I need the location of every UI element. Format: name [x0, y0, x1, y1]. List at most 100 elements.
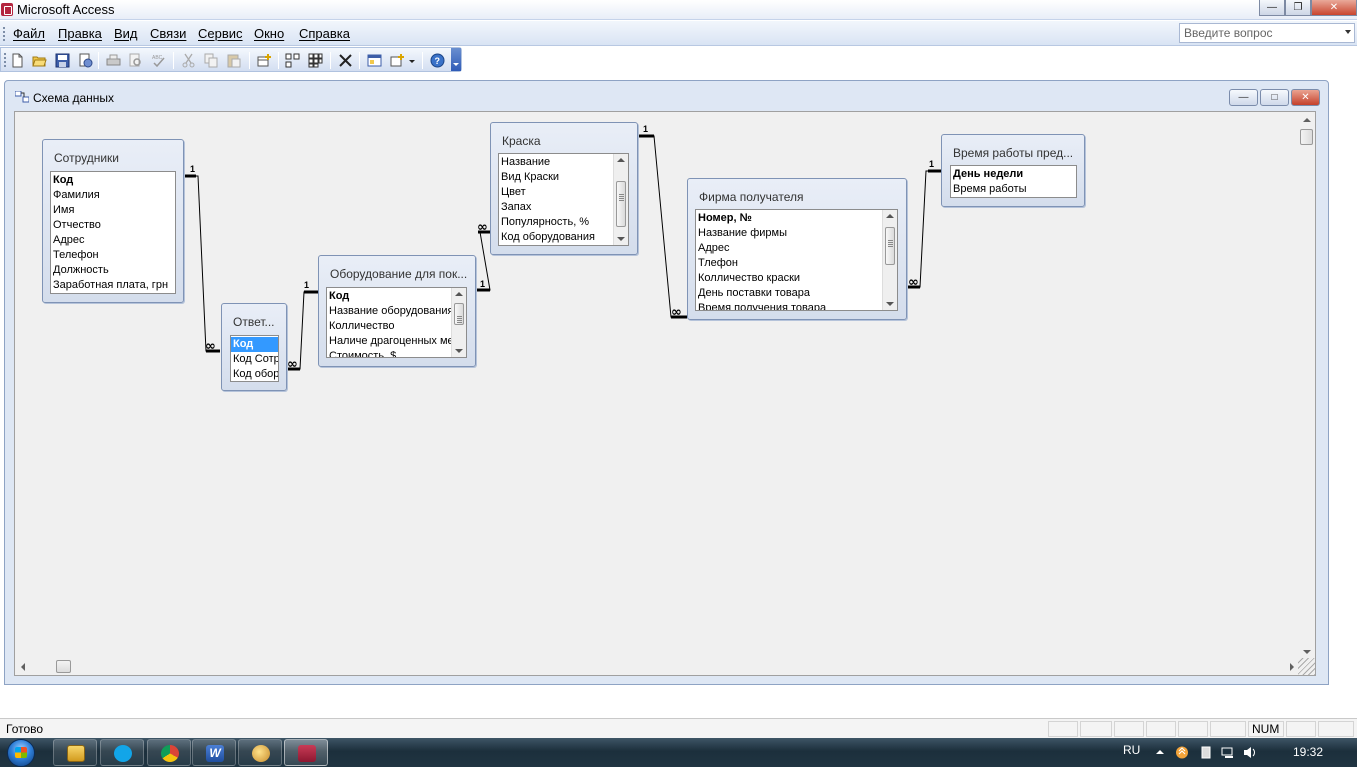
show-direct-icon[interactable] — [285, 53, 300, 68]
scroll-thumb[interactable] — [454, 303, 464, 325]
taskbar-explorer[interactable] — [53, 739, 97, 766]
field-row[interactable]: Должность — [51, 263, 175, 278]
field-row[interactable]: Наличе драгоценных ме — [327, 334, 466, 349]
help-question-input[interactable]: Введите вопрос — [1179, 23, 1355, 43]
field-row[interactable]: Телефон — [51, 248, 175, 263]
scroll-down-icon[interactable] — [455, 349, 463, 353]
table-recipient-firm-scrollbar[interactable] — [882, 210, 897, 310]
taskbar-skype[interactable] — [100, 739, 144, 766]
field-row[interactable]: День поставки товара — [696, 286, 897, 301]
table-responsible[interactable]: Ответ... Код Код Сотр Код обор — [221, 303, 287, 391]
table-recipient-firm-fields[interactable]: Номер, № Название фирмы Адрес Тлефон Кол… — [695, 209, 898, 311]
new-object-dropdown-icon[interactable] — [408, 53, 416, 68]
new-object-icon[interactable] — [390, 53, 405, 68]
field-row[interactable]: Имя — [51, 203, 175, 218]
field-row[interactable]: Заработная плата, грн — [51, 278, 175, 293]
taskbar-chrome[interactable] — [147, 739, 191, 766]
scroll-down-icon[interactable] — [886, 302, 894, 306]
field-row[interactable]: Стоимость, $ — [327, 349, 466, 357]
copy-icon[interactable] — [204, 53, 219, 68]
menu-edit[interactable]: Правка — [58, 26, 102, 41]
menu-window[interactable]: Окно — [254, 26, 284, 41]
scroll-right-icon[interactable] — [1290, 663, 1294, 671]
field-row[interactable]: Отчество — [51, 218, 175, 233]
field-row[interactable]: Колличество краски — [696, 271, 897, 286]
scroll-down-icon[interactable] — [1303, 650, 1311, 654]
restore-button[interactable]: ❐ — [1285, 0, 1311, 16]
menu-file[interactable]: Файл — [13, 26, 45, 41]
field-row[interactable]: Код — [51, 173, 175, 188]
table-employees-title[interactable]: Сотрудники — [43, 140, 183, 170]
print-icon[interactable] — [106, 53, 121, 68]
save-icon[interactable] — [55, 53, 70, 68]
toolbar-options-chevron[interactable] — [451, 48, 461, 71]
field-row[interactable]: Код оборудования — [499, 230, 628, 245]
table-working-hours-title[interactable]: Время работы пред... — [942, 135, 1084, 165]
field-row[interactable]: Название — [499, 155, 628, 170]
field-row[interactable]: Популярность, % — [499, 215, 628, 230]
volume-icon[interactable] — [1243, 746, 1257, 759]
field-row[interactable]: Запах — [499, 200, 628, 215]
table-paint[interactable]: Краска Название Вид Краски Цвет Запах По… — [490, 122, 638, 255]
usb-device-icon[interactable] — [1199, 746, 1213, 759]
field-row[interactable]: Колличество — [327, 319, 466, 334]
canvas-vertical-scrollbar[interactable] — [1298, 112, 1315, 660]
child-maximize-button[interactable]: □ — [1260, 89, 1289, 106]
table-paint-fields[interactable]: Название Вид Краски Цвет Запах Популярно… — [498, 153, 629, 246]
scroll-up-icon[interactable] — [1303, 118, 1311, 122]
table-employees[interactable]: Сотрудники Код Фамилия Имя Отчество Адре… — [42, 139, 184, 303]
table-recipient-firm[interactable]: Фирма получателя Номер, № Название фирмы… — [687, 178, 907, 320]
close-button[interactable]: ✕ — [1311, 0, 1357, 16]
field-row[interactable]: Адрес — [696, 241, 897, 256]
show-hidden-icons-icon[interactable] — [1155, 746, 1165, 759]
child-close-button[interactable]: ✕ — [1291, 89, 1320, 106]
table-paint-title[interactable]: Краска — [491, 123, 637, 153]
new-icon[interactable] — [10, 53, 25, 68]
field-row-selected[interactable]: Код — [231, 337, 278, 352]
menu-grip[interactable] — [3, 27, 5, 41]
toolbar-grip[interactable] — [4, 53, 6, 67]
menu-relationships[interactable]: Связи — [150, 26, 186, 41]
menu-view[interactable]: Вид — [114, 26, 138, 41]
table-responsible-fields[interactable]: Код Код Сотр Код обор — [230, 335, 279, 382]
cut-icon[interactable] — [181, 53, 196, 68]
resize-grip[interactable] — [1298, 658, 1315, 675]
scroll-thumb[interactable] — [885, 227, 895, 265]
taskbar-access[interactable] — [284, 739, 328, 766]
table-recipient-firm-title[interactable]: Фирма получателя — [688, 179, 906, 209]
taskbar-paint[interactable] — [238, 739, 282, 766]
scroll-up-icon[interactable] — [886, 214, 894, 218]
start-button[interactable] — [3, 738, 43, 767]
paste-icon[interactable] — [227, 53, 242, 68]
vertical-scroll-thumb[interactable] — [1300, 129, 1313, 145]
table-equipment[interactable]: Оборудование для пок... Код Название обо… — [318, 255, 476, 367]
delete-icon[interactable] — [338, 53, 353, 68]
network-icon[interactable] — [1221, 746, 1235, 759]
language-indicator[interactable]: RU — [1123, 743, 1140, 757]
field-row[interactable]: Время получения товара — [696, 301, 897, 310]
field-row[interactable]: Код Сотр — [231, 352, 278, 367]
database-window-icon[interactable] — [367, 53, 382, 68]
scroll-up-icon[interactable] — [455, 292, 463, 296]
table-equipment-fields[interactable]: Код Название оборудования Колличество На… — [326, 287, 467, 358]
table-employees-fields[interactable]: Код Фамилия Имя Отчество Адрес Телефон Д… — [50, 171, 176, 294]
table-responsible-title[interactable]: Ответ... — [222, 304, 286, 334]
open-icon[interactable] — [32, 53, 47, 68]
clock[interactable]: 19:32 — [1293, 745, 1323, 759]
field-row[interactable]: Номер, № — [696, 211, 897, 226]
menu-help[interactable]: Справка — [299, 26, 350, 41]
table-equipment-scrollbar[interactable] — [451, 288, 466, 357]
scroll-left-icon[interactable] — [21, 663, 25, 671]
field-row[interactable]: Цвет — [499, 185, 628, 200]
field-row[interactable]: Фамилия — [51, 188, 175, 203]
print-setup-icon[interactable] — [78, 53, 93, 68]
field-row[interactable]: Адрес — [51, 233, 175, 248]
table-equipment-title[interactable]: Оборудование для пок... — [319, 256, 475, 286]
table-working-hours-fields[interactable]: День недели Время работы — [950, 165, 1077, 198]
update-icon[interactable] — [1175, 746, 1189, 759]
field-row[interactable]: Название фирмы — [696, 226, 897, 241]
field-row[interactable]: Код — [327, 289, 466, 304]
menu-tools[interactable]: Сервис — [198, 26, 243, 41]
scroll-up-icon[interactable] — [617, 158, 625, 162]
relationships-icon[interactable] — [15, 91, 29, 103]
